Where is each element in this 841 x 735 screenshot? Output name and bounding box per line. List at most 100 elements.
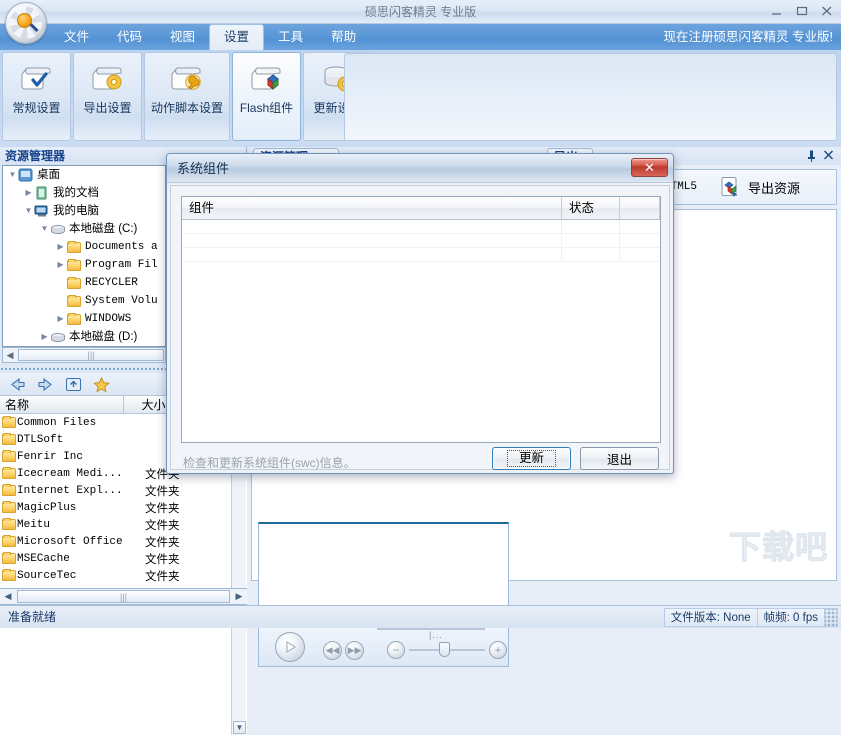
chevron-down-icon[interactable]: ▼ [23,202,34,220]
scroll-down-icon[interactable]: ▼ [233,721,246,734]
folder-icon [0,501,17,515]
chevron-right-icon[interactable]: ▶ [39,328,50,346]
tree-node[interactable]: RECYCLER [3,274,165,292]
close-icon[interactable] [819,3,835,19]
table-row[interactable] [182,234,660,248]
zoom-out-icon[interactable]: − [387,641,405,659]
status-message: 准备就绪 [8,606,56,629]
tree-node[interactable]: ▶ WINDOWS [3,310,165,328]
folder-icon [0,416,17,430]
list-item[interactable]: Internet Expl... 文件夹 [0,482,247,499]
scroll-right-icon[interactable]: ▶ [231,591,247,602]
scroll-wrench-icon [169,62,205,94]
chevron-down-icon[interactable]: ▼ [7,166,18,184]
ribbon-button-export-settings[interactable]: 导出设置 [73,52,142,141]
export-resource-button[interactable]: 导出资源 [719,176,800,198]
folder-icon [66,276,82,291]
table-row[interactable] [182,220,660,234]
tree-node-label: RECYCLER [85,274,138,292]
tree-scroll-thumb[interactable]: ||| [18,349,164,361]
chevron-right-icon[interactable]: ▶ [55,256,66,274]
resize-grip[interactable] [824,608,838,627]
back-arrow-icon[interactable] [8,376,27,393]
tree-node[interactable]: ▼ 我的电脑 [3,202,165,220]
file-list-horizontal-scrollbar[interactable]: ◀ ||| ▶ [0,588,247,605]
folder-icon [66,312,82,327]
column-extra[interactable] [620,197,660,220]
folder-icon [0,433,17,447]
system-components-dialog: 系统组件 ✕ 组件 状态 检查和更新系统组件(swc)信息。 更新 退出 [166,153,674,474]
chevron-right-icon[interactable]: ▶ [23,184,34,202]
tree-node[interactable]: ▶ 本地磁盘 (D:) [3,328,165,346]
tree-node[interactable]: ▶ Documents a [3,238,165,256]
menu-item-file[interactable]: 文件 [50,24,103,50]
tree-node[interactable]: System Volu [3,292,165,310]
tree-node[interactable]: ▼ 本地磁盘 (C:) [3,220,165,238]
tree-node-label: 我的电脑 [53,202,99,220]
cell-component [182,220,562,233]
up-folder-icon[interactable] [64,376,83,393]
ribbon-button-flash-components[interactable]: Flash组件 [232,52,301,141]
close-icon[interactable]: ✕ [631,158,668,177]
chevron-right-icon[interactable]: ▶ [55,310,66,328]
folder-icon [0,450,17,464]
menu-item-help[interactable]: 帮助 [317,24,370,50]
forward-arrow-icon[interactable] [36,376,55,393]
fast-forward-icon[interactable]: ▶▶ [345,641,364,660]
file-name: MSECache [17,553,145,565]
rewind-icon[interactable]: ◀◀ [323,641,342,660]
favorites-star-icon[interactable] [92,376,111,393]
list-item[interactable]: MagicPlus 文件夹 [0,499,247,516]
documents-icon [34,186,50,201]
column-status[interactable]: 状态 [562,197,620,220]
title-bar: 硕思闪客精灵 专业版 [0,0,841,24]
cell-status [562,248,620,261]
folder-icon [66,240,82,255]
list-item[interactable]: SourceTec 文件夹 [0,567,247,584]
components-table-header: 组件 状态 [182,197,660,220]
list-item[interactable]: Microsoft Office 文件夹 [0,533,247,550]
play-icon[interactable] [275,632,305,662]
menu-item-settings[interactable]: 设置 [209,24,264,50]
menu-item-code[interactable]: 代码 [103,24,156,50]
folder-tree[interactable]: ▼ 桌面 ▶ 我的文档 ▼ 我的电脑 ▼ 本地磁盘 (C:) [2,165,166,347]
tree-node-label: System Volu [85,292,158,310]
tree-horizontal-scrollbar[interactable]: ◀ ||| [2,347,166,363]
list-item[interactable]: MSECache 文件夹 [0,550,247,567]
dialog-body: 组件 状态 检查和更新系统组件(swc)信息。 更新 退出 [170,185,670,470]
column-component[interactable]: 组件 [182,197,562,220]
menu-item-view[interactable]: 视图 [156,24,209,50]
file-type: 文件夹 [145,517,180,533]
zoom-in-icon[interactable]: + [489,641,507,659]
cell-status [562,234,620,247]
scroll-left-icon[interactable]: ◀ [0,591,16,602]
register-link[interactable]: 现在注册硕思闪客精灵 专业版! [664,24,833,50]
close-icon[interactable] [823,149,834,164]
update-button[interactable]: 更新 [492,447,571,470]
file-name: Internet Expl... [17,485,145,497]
list-item[interactable]: Meitu 文件夹 [0,516,247,533]
slider-handle[interactable] [439,642,450,657]
exit-button[interactable]: 退出 [580,447,659,470]
magnifier-logo-icon[interactable] [5,2,47,44]
menu-item-tools[interactable]: 工具 [264,24,317,50]
status-bar: 准备就绪 文件版本: None 帧频: 0 fps [0,605,841,628]
tree-node-label: WINDOWS [85,310,131,328]
ribbon-button-general-settings[interactable]: 常规设置 [2,52,71,141]
chevron-right-icon[interactable]: ▶ [55,238,66,256]
file-hscroll-thumb[interactable]: ||| [17,590,230,603]
tree-node[interactable]: ▼ 桌面 [3,166,165,184]
components-table[interactable]: 组件 状态 [181,196,661,443]
file-column-name[interactable]: 名称 [0,395,124,414]
file-type: 文件夹 [145,500,180,516]
table-row[interactable] [182,248,660,262]
ribbon-button-actionscript-settings[interactable]: 动作脚本设置 [144,52,230,141]
tree-node[interactable]: ▶ Program Fil [3,256,165,274]
maximize-icon[interactable] [794,3,810,19]
tree-node[interactable]: ▶ 我的文档 [3,184,165,202]
scroll-left-icon[interactable]: ◀ [3,350,17,361]
chevron-down-icon[interactable]: ▼ [39,220,50,238]
pin-icon[interactable] [806,150,817,165]
cell-component [182,248,562,261]
minimize-icon[interactable] [769,3,785,19]
